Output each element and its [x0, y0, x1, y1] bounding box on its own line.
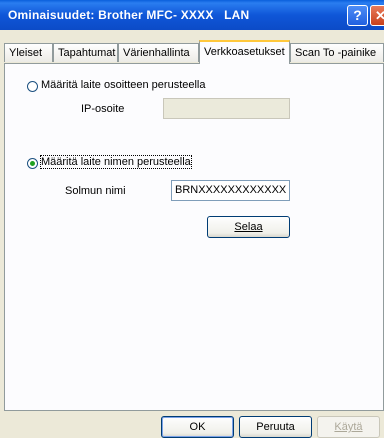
- radio-by-name-label[interactable]: Määritä laite nimen perusteella: [40, 155, 192, 169]
- tab-events[interactable]: Tapahtumat: [53, 43, 118, 62]
- node-name-label: Solmun nimi: [65, 185, 126, 197]
- apply-button-label: Käytä: [334, 421, 363, 433]
- browse-button[interactable]: Selaa: [207, 216, 290, 238]
- help-icon: ?: [353, 7, 362, 23]
- tab-network-settings[interactable]: Verkkoasetukset: [199, 40, 290, 64]
- ip-address-field[interactable]: [163, 98, 290, 119]
- apply-button[interactable]: Käytä: [317, 416, 380, 438]
- help-button[interactable]: ?: [347, 5, 368, 26]
- browse-button-label: Selaa: [234, 221, 263, 233]
- window-title: Ominaisuudet: Brother MFC- XXXX LAN: [8, 8, 250, 22]
- radio-by-name[interactable]: [27, 158, 38, 169]
- network-settings-panel: Määritä laite osoitteen perusteella IP-o…: [4, 63, 384, 411]
- tab-strip: Yleiset Tapahtumat Värienhallinta Verkko…: [4, 40, 384, 64]
- cancel-button[interactable]: Peruuta: [239, 416, 312, 438]
- ip-address-label: IP-osoite: [81, 103, 125, 115]
- tab-color-management[interactable]: Värienhallinta: [118, 43, 199, 62]
- close-icon: ✕: [375, 8, 384, 23]
- title-bar: Ominaisuudet: Brother MFC- XXXX LAN ? ✕: [0, 0, 384, 30]
- close-button[interactable]: ✕: [370, 5, 384, 26]
- tab-scan-to-button[interactable]: Scan To -painike: [290, 43, 384, 62]
- radio-by-address[interactable]: [27, 81, 38, 92]
- tab-general[interactable]: Yleiset: [4, 43, 53, 62]
- node-name-field[interactable]: BRNXXXXXXXXXXXX: [171, 180, 290, 201]
- ok-button[interactable]: OK: [161, 416, 234, 438]
- radio-by-address-label[interactable]: Määritä laite osoitteen perusteella: [41, 79, 205, 91]
